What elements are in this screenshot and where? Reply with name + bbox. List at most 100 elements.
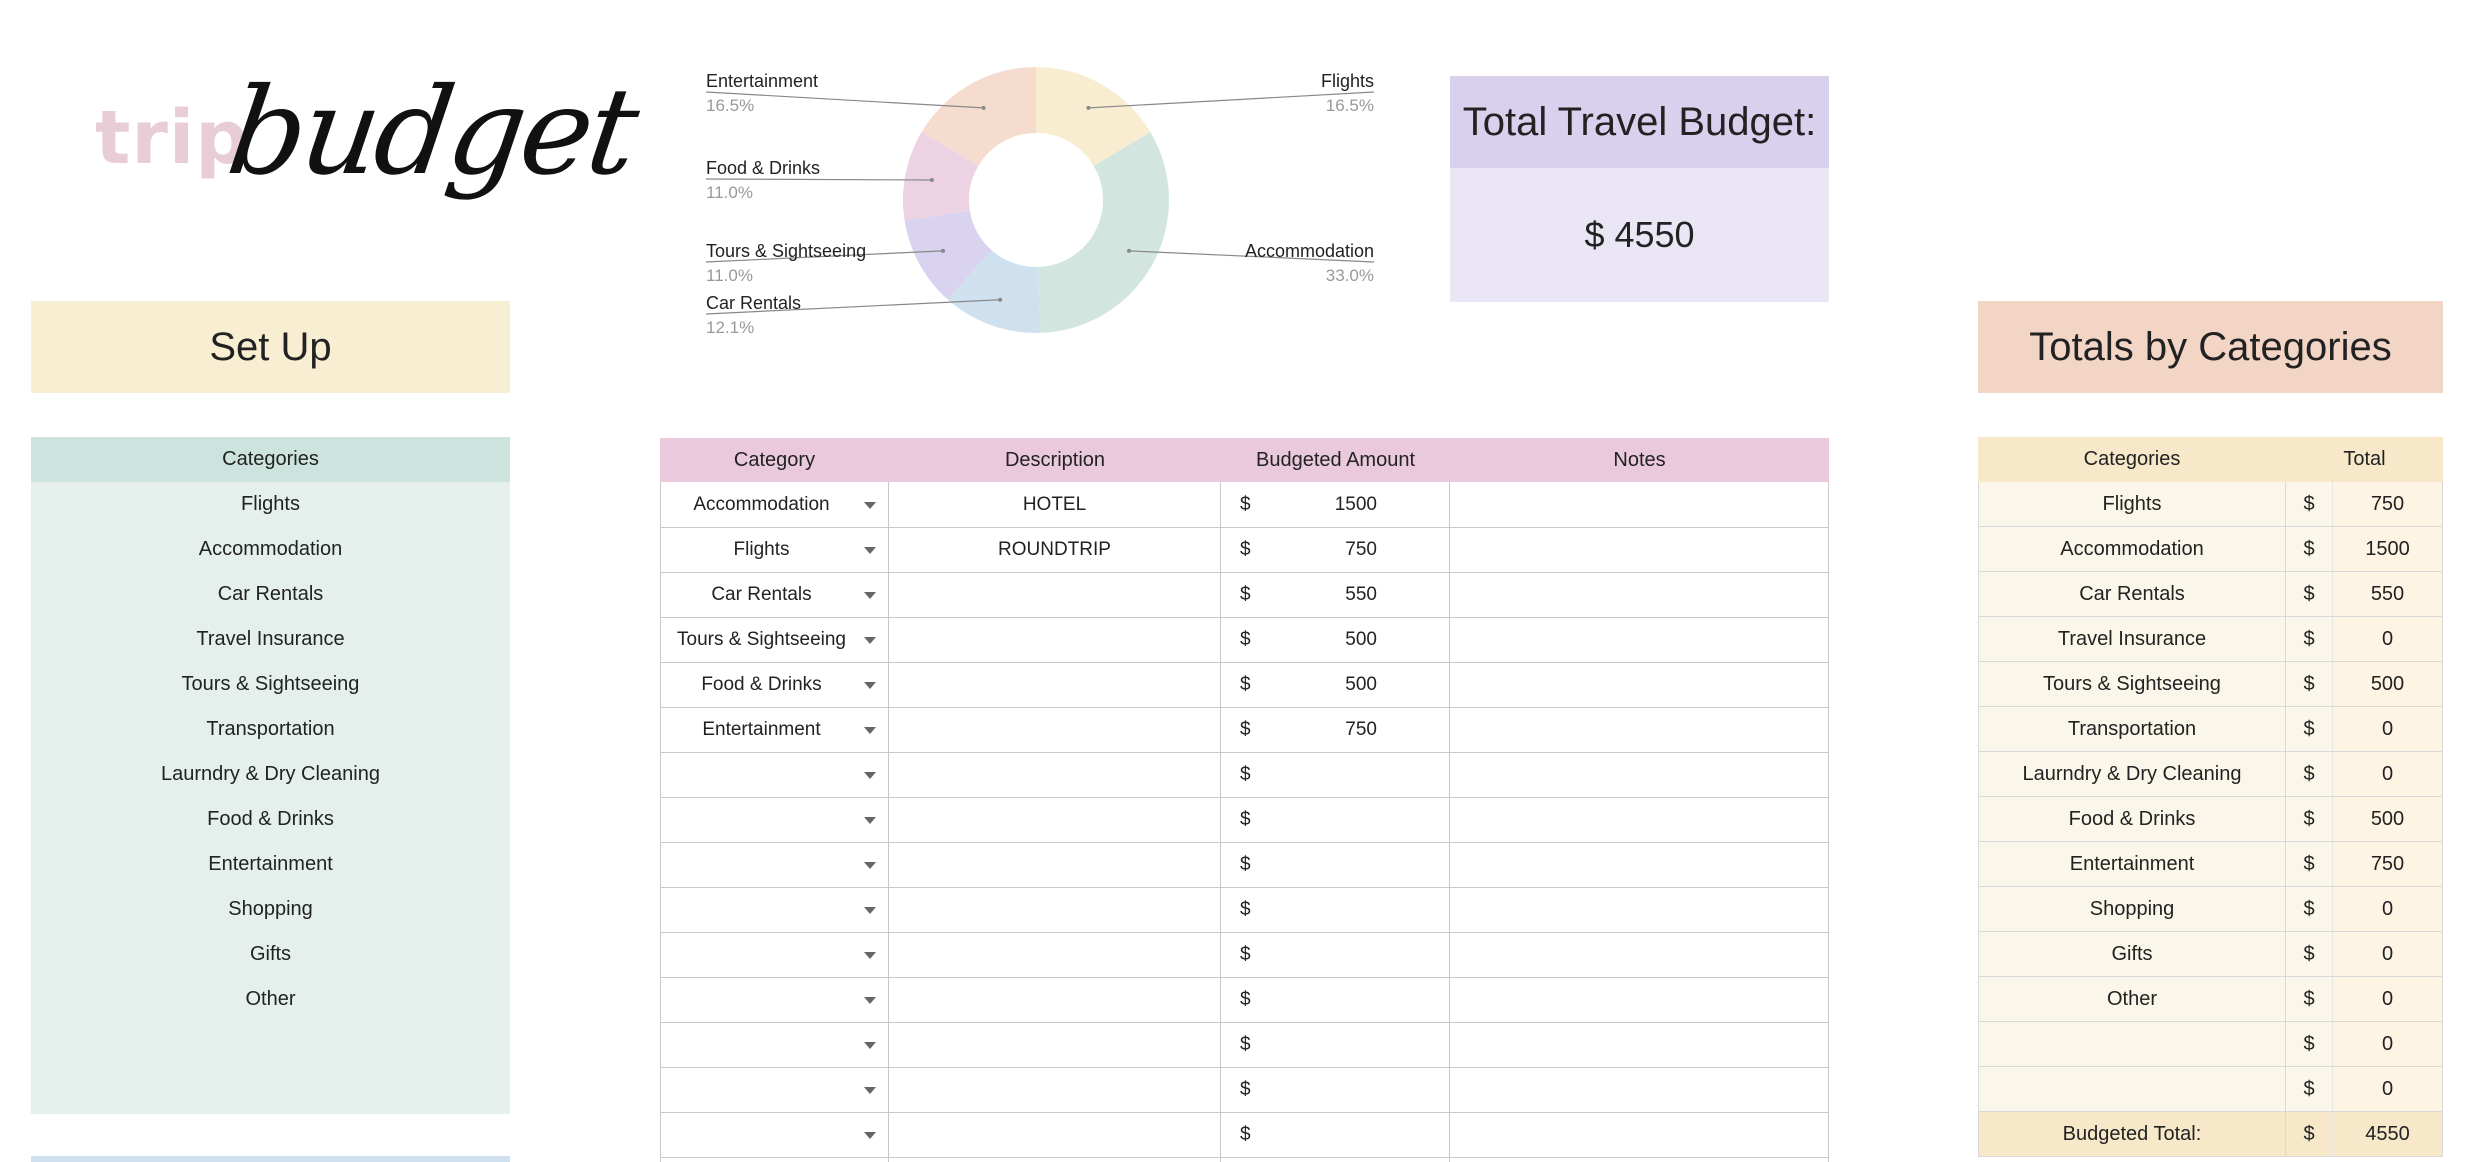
category-dropdown[interactable] (660, 887, 889, 932)
totals-category-cell[interactable]: Entertainment (1978, 842, 2286, 887)
totals-category-cell[interactable]: Transportation (1978, 707, 2286, 752)
notes-cell[interactable] (1450, 842, 1829, 887)
setup-category-item[interactable]: Laurndry & Dry Cleaning (31, 752, 510, 797)
description-cell[interactable]: HOTEL (889, 482, 1221, 527)
category-dropdown[interactable] (660, 1067, 889, 1112)
totals-value-cell[interactable]: 0 (2333, 1022, 2443, 1067)
description-cell[interactable] (889, 932, 1221, 977)
totals-value-cell[interactable]: 1500 (2333, 527, 2443, 572)
totals-category-cell[interactable]: Car Rentals (1978, 572, 2286, 617)
notes-cell[interactable] (1450, 1112, 1829, 1157)
amount-cell[interactable]: $ (1221, 1022, 1450, 1067)
totals-category-cell[interactable] (1978, 1022, 2286, 1067)
totals-category-cell[interactable]: Gifts (1978, 932, 2286, 977)
header-description[interactable]: Description (889, 438, 1221, 482)
totals-value-cell[interactable]: 0 (2333, 617, 2443, 662)
setup-category-item[interactable]: Entertainment (31, 842, 510, 887)
amount-cell[interactable]: $ (1221, 1112, 1450, 1157)
setup-category-item[interactable]: Flights (31, 482, 510, 527)
amount-cell[interactable]: $ (1221, 1067, 1450, 1112)
setup-category-item[interactable]: Other (31, 977, 510, 1022)
category-dropdown[interactable]: Food & Drinks (660, 662, 889, 707)
description-cell[interactable] (889, 842, 1221, 887)
totals-category-cell[interactable]: Accommodation (1978, 527, 2286, 572)
description-cell[interactable] (889, 887, 1221, 932)
category-dropdown[interactable]: Car Rentals (660, 572, 889, 617)
amount-cell[interactable]: $750 (1221, 707, 1450, 752)
totals-value-cell[interactable]: 0 (2333, 932, 2443, 977)
dropdown-arrow-icon[interactable] (864, 861, 876, 869)
setup-category-item[interactable]: Tours & Sightseeing (31, 662, 510, 707)
totals-category-cell[interactable]: Flights (1978, 482, 2286, 527)
amount-cell[interactable]: $ (1221, 1157, 1450, 1162)
description-cell[interactable] (889, 1157, 1221, 1162)
totals-value-cell[interactable]: 500 (2333, 662, 2443, 707)
notes-cell[interactable] (1450, 617, 1829, 662)
totals-category-cell[interactable]: Shopping (1978, 887, 2286, 932)
totals-value-cell[interactable]: 0 (2333, 887, 2443, 932)
notes-cell[interactable] (1450, 662, 1829, 707)
category-dropdown[interactable] (660, 1157, 889, 1162)
category-dropdown[interactable] (660, 797, 889, 842)
setup-category-item[interactable]: Car Rentals (31, 572, 510, 617)
description-cell[interactable] (889, 617, 1221, 662)
dropdown-arrow-icon[interactable] (864, 951, 876, 959)
notes-cell[interactable] (1450, 1067, 1829, 1112)
header-notes[interactable]: Notes (1450, 438, 1829, 482)
totals-category-cell[interactable]: Tours & Sightseeing (1978, 662, 2286, 707)
category-dropdown[interactable]: Accommodation (660, 482, 889, 527)
category-dropdown[interactable] (660, 977, 889, 1022)
amount-cell[interactable]: $ (1221, 887, 1450, 932)
dropdown-arrow-icon[interactable] (864, 501, 876, 509)
amount-cell[interactable]: $ (1221, 932, 1450, 977)
totals-value-cell[interactable]: 500 (2333, 797, 2443, 842)
totals-category-cell[interactable]: Food & Drinks (1978, 797, 2286, 842)
amount-cell[interactable]: $750 (1221, 527, 1450, 572)
amount-cell[interactable]: $500 (1221, 617, 1450, 662)
dropdown-arrow-icon[interactable] (864, 681, 876, 689)
description-cell[interactable] (889, 707, 1221, 752)
category-dropdown[interactable] (660, 842, 889, 887)
category-dropdown[interactable]: Flights (660, 527, 889, 572)
description-cell[interactable] (889, 1022, 1221, 1067)
notes-cell[interactable] (1450, 932, 1829, 977)
dropdown-arrow-icon[interactable] (864, 1041, 876, 1049)
dropdown-arrow-icon[interactable] (864, 996, 876, 1004)
notes-cell[interactable] (1450, 797, 1829, 842)
totals-category-cell[interactable]: Laurndry & Dry Cleaning (1978, 752, 2286, 797)
totals-value-cell[interactable]: 0 (2333, 752, 2443, 797)
notes-cell[interactable] (1450, 752, 1829, 797)
notes-cell[interactable] (1450, 1157, 1829, 1162)
description-cell[interactable] (889, 752, 1221, 797)
category-dropdown[interactable] (660, 1112, 889, 1157)
totals-value-cell[interactable]: 0 (2333, 977, 2443, 1022)
setup-category-item[interactable]: Gifts (31, 932, 510, 977)
amount-cell[interactable]: $ (1221, 752, 1450, 797)
notes-cell[interactable] (1450, 977, 1829, 1022)
setup-category-item[interactable]: Shopping (31, 887, 510, 932)
totals-value-cell[interactable]: 550 (2333, 572, 2443, 617)
setup-category-item[interactable]: Travel Insurance (31, 617, 510, 662)
amount-cell[interactable]: $500 (1221, 662, 1450, 707)
notes-cell[interactable] (1450, 1022, 1829, 1067)
totals-value-cell[interactable]: 0 (2333, 707, 2443, 752)
dropdown-arrow-icon[interactable] (864, 1131, 876, 1139)
amount-cell[interactable]: $ (1221, 842, 1450, 887)
description-cell[interactable] (889, 977, 1221, 1022)
dropdown-arrow-icon[interactable] (864, 771, 876, 779)
notes-cell[interactable] (1450, 707, 1829, 752)
description-cell[interactable]: ROUNDTRIP (889, 527, 1221, 572)
dropdown-arrow-icon[interactable] (864, 1086, 876, 1094)
dropdown-arrow-icon[interactable] (864, 816, 876, 824)
description-cell[interactable] (889, 1112, 1221, 1157)
category-dropdown[interactable]: Tours & Sightseeing (660, 617, 889, 662)
notes-cell[interactable] (1450, 887, 1829, 932)
totals-category-cell[interactable] (1978, 1067, 2286, 1112)
category-dropdown[interactable]: Entertainment (660, 707, 889, 752)
dropdown-arrow-icon[interactable] (864, 726, 876, 734)
description-cell[interactable] (889, 572, 1221, 617)
description-cell[interactable] (889, 1067, 1221, 1112)
totals-value-cell[interactable]: 0 (2333, 1067, 2443, 1112)
notes-cell[interactable] (1450, 527, 1829, 572)
description-cell[interactable] (889, 662, 1221, 707)
